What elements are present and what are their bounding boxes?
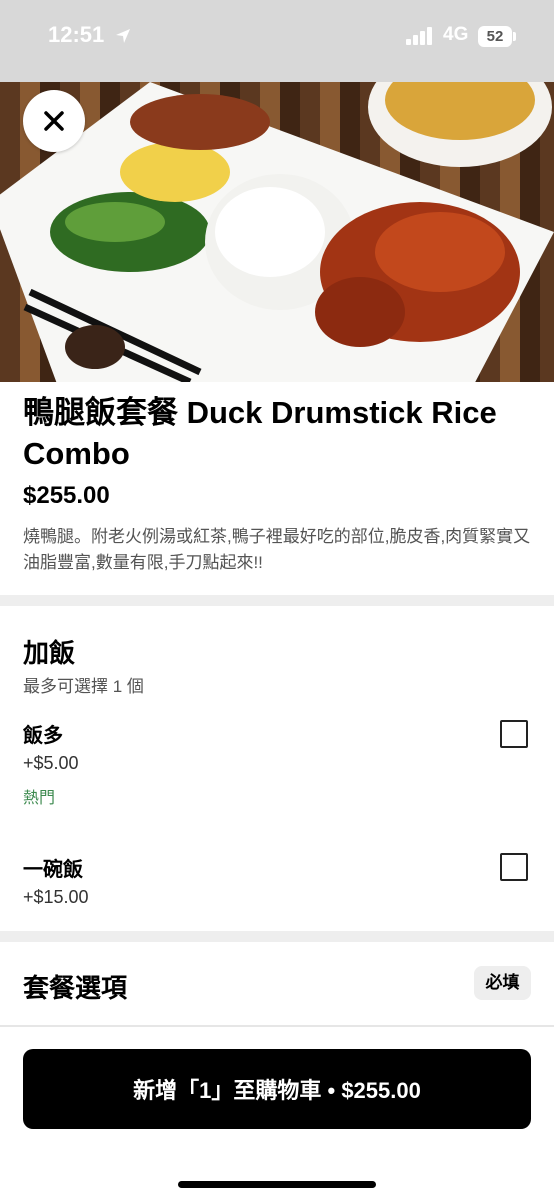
option-checkbox[interactable]	[500, 853, 528, 881]
item-price: $255.00	[23, 482, 110, 509]
section-divider	[0, 595, 554, 606]
section-divider	[0, 931, 554, 942]
network-type: 4G	[443, 24, 469, 45]
option-price: +$15.00	[23, 887, 89, 907]
close-icon	[44, 111, 64, 131]
signal-icon	[406, 27, 432, 45]
option-name: 飯多	[23, 725, 63, 747]
add-to-cart-button[interactable]: 新增「1」至購物車 • $255.00	[23, 1049, 531, 1129]
status-time: 12:51	[48, 22, 105, 47]
status-bar: 12:51 4G 52	[0, 0, 554, 82]
item-title: 鴨腿飯套餐 Duck Drumstick Rice Combo	[23, 395, 497, 471]
item-description: 燒鴨腿。附老火例湯或紅茶,鴨子裡最好吃的部位,脆皮香,肉質緊實又油脂豐富,數量有…	[23, 527, 531, 572]
home-indicator	[178, 1181, 376, 1188]
close-button[interactable]	[23, 90, 85, 152]
option-name: 一碗飯	[23, 859, 83, 881]
option-checkbox[interactable]	[500, 720, 528, 748]
add-to-cart-label: 新增「1」至購物車 • $255.00	[133, 1078, 421, 1103]
add-rice-subtitle: 最多可選擇 1 個	[23, 677, 144, 696]
required-badge: 必填	[474, 966, 531, 1000]
popular-tag: 熱門	[23, 790, 56, 807]
combo-options-title: 套餐選項	[23, 973, 128, 1003]
location-arrow-icon	[116, 29, 130, 43]
battery-tip	[513, 32, 516, 41]
add-rice-title: 加飯	[23, 638, 76, 668]
battery-icon: 52	[478, 26, 512, 47]
option-price: +$5.00	[23, 753, 79, 773]
footer-divider	[0, 1025, 554, 1027]
